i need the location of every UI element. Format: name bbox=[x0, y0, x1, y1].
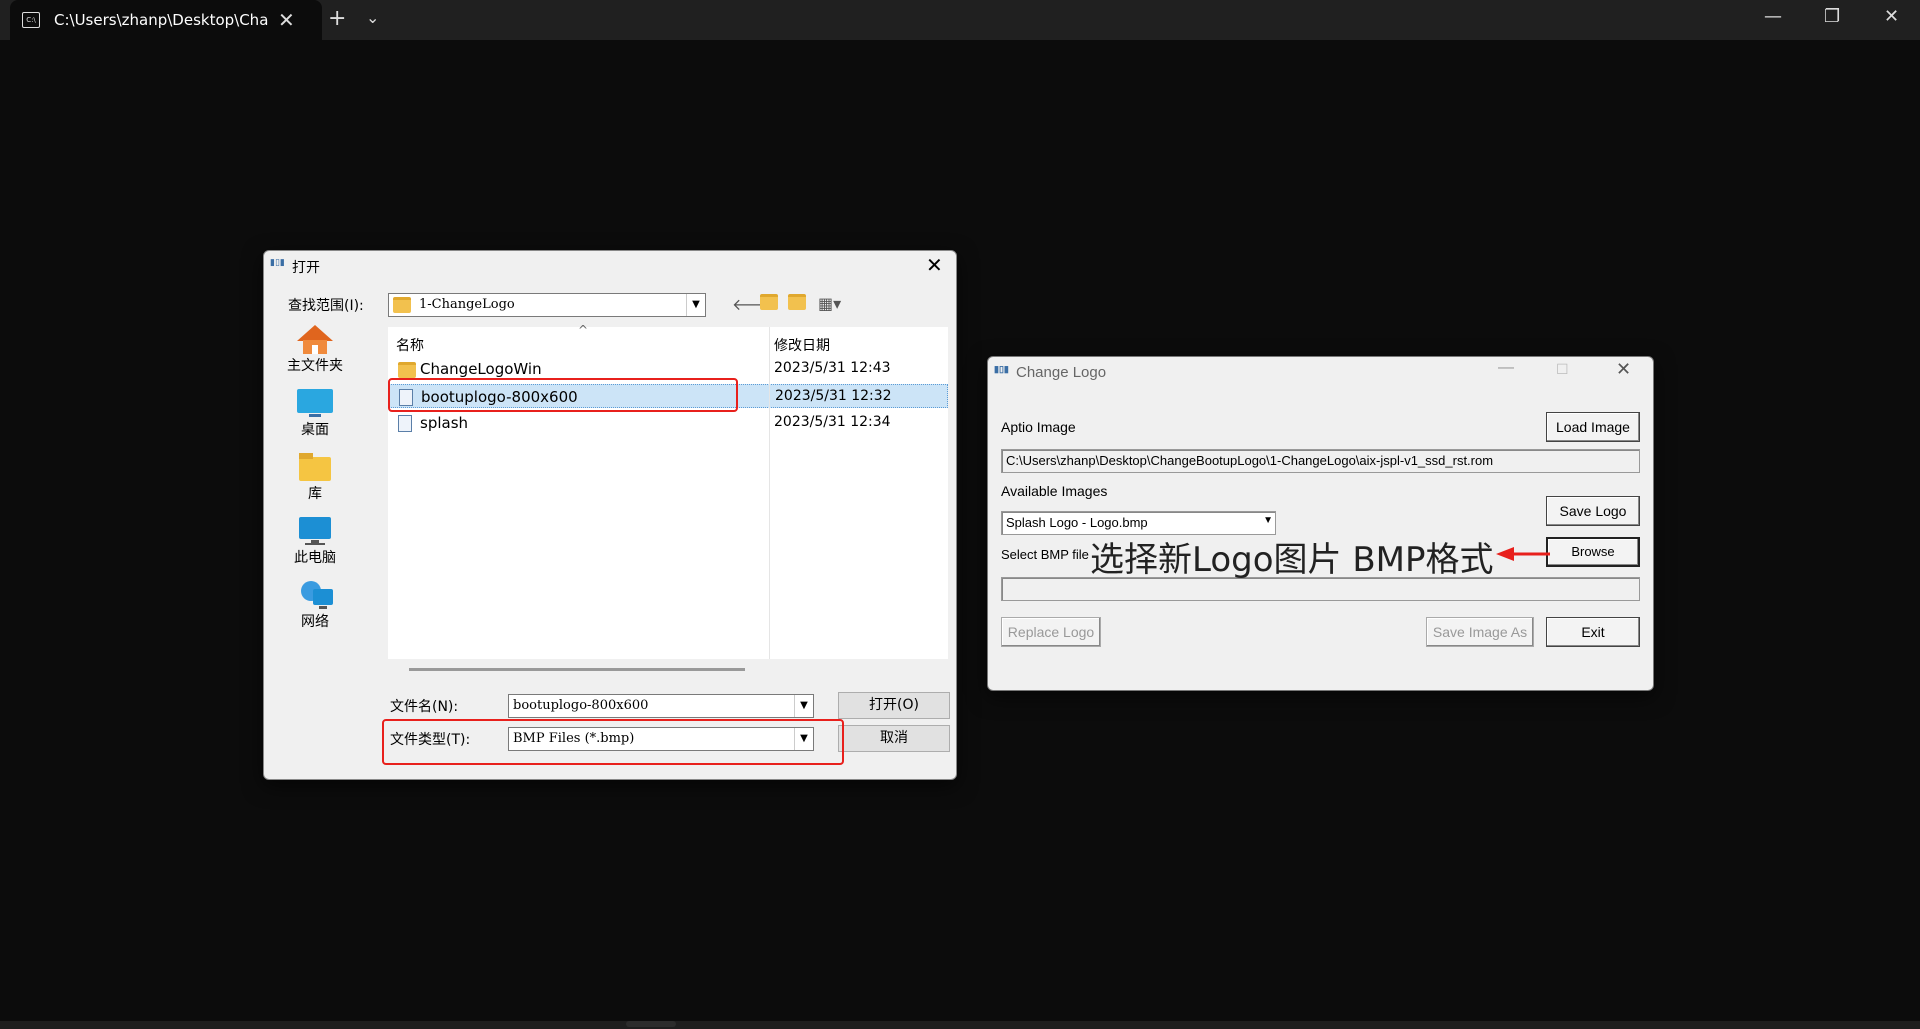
places-bar: 主文件夹 桌面 库 此电脑 网络 bbox=[274, 323, 356, 630]
restore-icon[interactable]: ❐ bbox=[1824, 6, 1840, 27]
filename-value: bootuplogo-800x600 bbox=[513, 698, 649, 713]
load-image-button[interactable]: Load Image bbox=[1546, 412, 1640, 442]
aptio-path-field[interactable]: C:\Users\zhanp\Desktop\ChangeBootupLogo\… bbox=[1001, 449, 1640, 473]
chevron-down-icon[interactable]: ▼ bbox=[1263, 515, 1273, 526]
annotation-text: 选择新Logo图片 BMP格式 bbox=[1090, 540, 1494, 580]
network-icon bbox=[295, 579, 335, 611]
view-menu-icon[interactable]: ▦▾ bbox=[818, 294, 841, 313]
highlight-selected-file bbox=[388, 378, 738, 412]
cancel-button[interactable]: 取消 bbox=[838, 725, 950, 752]
column-date[interactable]: 修改日期 bbox=[774, 335, 830, 355]
file-icon bbox=[398, 415, 412, 432]
highlight-file-type bbox=[382, 719, 844, 765]
look-in-combo[interactable]: 1-ChangeLogo ▼ bbox=[388, 293, 706, 317]
up-folder-icon[interactable] bbox=[760, 294, 778, 314]
replace-logo-button[interactable]: Replace Logo bbox=[1001, 617, 1101, 647]
close-tab-icon[interactable]: ✕ bbox=[278, 8, 295, 32]
close-window-icon[interactable]: ✕ bbox=[1884, 6, 1899, 27]
new-folder-icon[interactable] bbox=[788, 294, 806, 314]
dialog-title: 打开 bbox=[292, 260, 320, 276]
sort-up-icon: ^ bbox=[578, 323, 589, 337]
file-list[interactable]: 名称 ^ 修改日期 ChangeLogoWin 2023/5/31 12:43 … bbox=[388, 323, 948, 659]
scroll-nub bbox=[626, 1021, 676, 1027]
place-computer[interactable]: 此电脑 bbox=[274, 515, 356, 567]
terminal-icon: C:\ bbox=[22, 12, 40, 28]
place-label: 网络 bbox=[301, 614, 329, 630]
place-desktop[interactable]: 桌面 bbox=[274, 387, 356, 439]
file-name: ChangeLogoWin bbox=[420, 360, 542, 378]
new-tab-icon[interactable]: + bbox=[328, 6, 346, 31]
maximize-icon[interactable]: ☐ bbox=[1556, 361, 1569, 378]
bottom-bar bbox=[0, 1021, 1920, 1029]
open-file-dialog: ▮▯▮ 打开 ✕ 查找范围(I): 1-ChangeLogo ▼ 🡐 ▦▾ 主文… bbox=[263, 250, 957, 780]
open-button[interactable]: 打开(O) bbox=[838, 692, 950, 719]
chevron-down-icon[interactable]: ▼ bbox=[794, 695, 813, 717]
app-icon: ▮▯▮ bbox=[994, 364, 1009, 374]
minimize-icon[interactable]: — bbox=[1498, 359, 1514, 377]
chevron-down-icon[interactable]: ▼ bbox=[686, 294, 705, 316]
file-row[interactable]: splash 2023/5/31 12:34 bbox=[388, 411, 948, 435]
place-label: 此电脑 bbox=[294, 550, 336, 566]
place-library[interactable]: 库 bbox=[274, 451, 356, 503]
app-icon: ▮▯▮ bbox=[270, 258, 285, 268]
column-name[interactable]: 名称 bbox=[396, 335, 424, 355]
desktop-icon bbox=[295, 387, 335, 419]
terminal-tab-title: C:\Users\zhanp\Desktop\Cha bbox=[54, 11, 268, 29]
place-label: 主文件夹 bbox=[287, 358, 343, 374]
folder-icon bbox=[393, 297, 411, 313]
folder-icon bbox=[398, 362, 416, 378]
window-title: Change Logo bbox=[1016, 364, 1107, 381]
save-image-as-button[interactable]: Save Image As bbox=[1426, 617, 1534, 647]
place-home[interactable]: 主文件夹 bbox=[274, 323, 356, 375]
file-date: 2023/5/31 12:43 bbox=[774, 360, 891, 376]
place-network[interactable]: 网络 bbox=[274, 579, 356, 631]
close-icon[interactable]: ✕ bbox=[926, 253, 943, 277]
chevron-down-icon[interactable]: ⌄ bbox=[366, 8, 379, 27]
exit-button[interactable]: Exit bbox=[1546, 617, 1640, 647]
file-name: splash bbox=[420, 414, 469, 432]
column-divider bbox=[769, 327, 770, 659]
filename-label: 文件名(N): bbox=[390, 699, 459, 715]
look-in-label: 查找范围(I): bbox=[288, 298, 364, 314]
available-images-label: Available Images bbox=[1001, 483, 1108, 499]
home-icon bbox=[295, 323, 335, 355]
computer-icon bbox=[295, 515, 335, 547]
look-in-value: 1-ChangeLogo bbox=[419, 297, 515, 312]
terminal-title-bar: C:\ C:\Users\zhanp\Desktop\Cha ✕ + ⌄ — ❐… bbox=[0, 0, 1920, 40]
aptio-image-label: Aptio Image bbox=[1001, 419, 1076, 435]
place-label: 桌面 bbox=[301, 422, 329, 438]
close-icon[interactable]: ✕ bbox=[1616, 359, 1631, 380]
minimize-icon[interactable]: — bbox=[1764, 6, 1782, 27]
save-logo-button[interactable]: Save Logo bbox=[1546, 496, 1640, 526]
available-images-value: Splash Logo - Logo.bmp bbox=[1006, 515, 1148, 530]
change-logo-window: ▮▯▮ Change Logo — ☐ ✕ Aptio Image Load I… bbox=[987, 356, 1654, 691]
browse-button[interactable]: Browse bbox=[1546, 537, 1640, 567]
file-date: 2023/5/31 12:32 bbox=[775, 388, 892, 404]
file-date: 2023/5/31 12:34 bbox=[774, 414, 891, 430]
filename-input[interactable]: bootuplogo-800x600 ▼ bbox=[508, 694, 814, 718]
library-icon bbox=[295, 451, 335, 483]
select-bmp-label: Select BMP file bbox=[1001, 547, 1089, 562]
place-label: 库 bbox=[308, 486, 322, 502]
terminal-tab[interactable]: C:\ C:\Users\zhanp\Desktop\Cha ✕ bbox=[10, 0, 322, 40]
annotation-arrow-icon bbox=[1496, 547, 1550, 561]
horizontal-scrollbar[interactable] bbox=[409, 668, 745, 671]
